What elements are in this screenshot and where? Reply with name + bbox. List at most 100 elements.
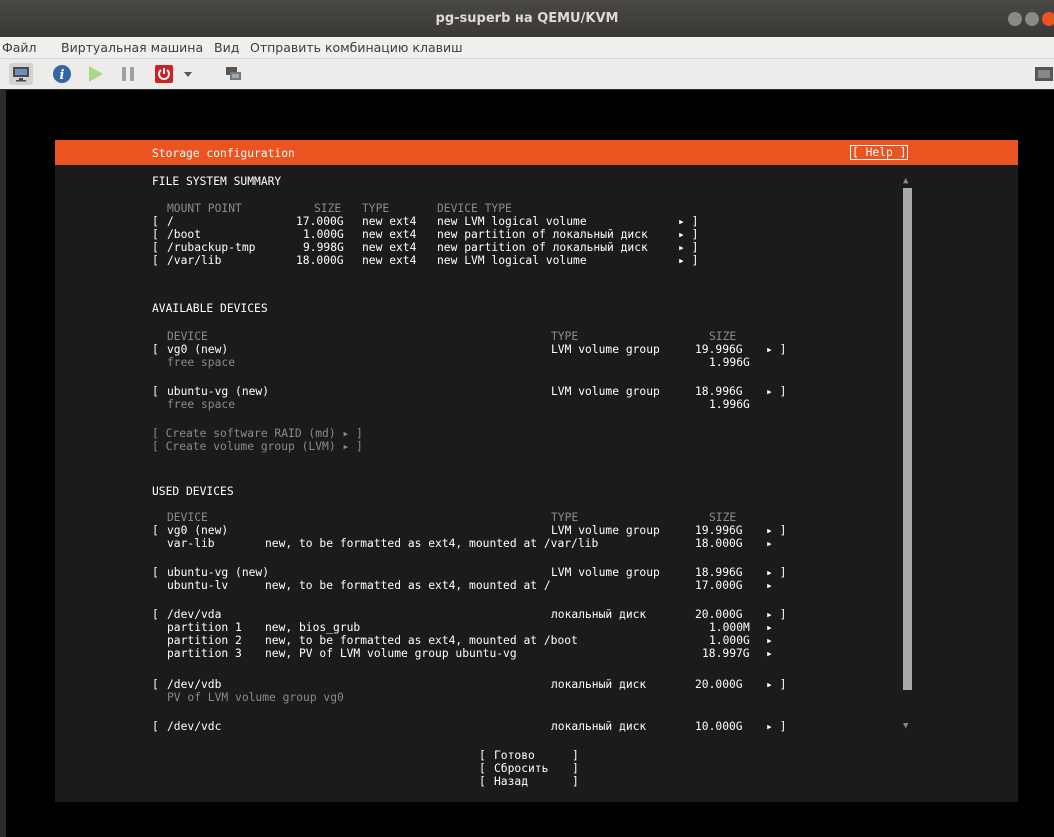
used-devices-heading: USED DEVICES bbox=[152, 485, 234, 498]
partition-desc: new, bios_grub bbox=[265, 621, 361, 634]
device-size: 20.000G bbox=[695, 678, 743, 691]
bracket-open: [ bbox=[152, 385, 159, 398]
pv-note: PV of LVM volume group vg0 bbox=[167, 691, 344, 704]
device-name: ubuntu-vg (new) bbox=[167, 566, 270, 579]
back-label: Назад bbox=[494, 775, 529, 788]
power-icon[interactable] bbox=[153, 63, 175, 85]
menu-view[interactable]: Вид bbox=[214, 40, 239, 55]
toolbar: i bbox=[0, 59, 1054, 89]
device-name: /dev/vdb bbox=[167, 678, 222, 691]
scroll-up-icon[interactable]: ▲ bbox=[903, 175, 908, 188]
device-type: LVM volume group bbox=[551, 566, 660, 579]
row-arrow: ▸ ] bbox=[766, 385, 787, 398]
row-arrow: ▸ ] bbox=[766, 678, 787, 691]
row-arrow: ▸ ] bbox=[766, 608, 787, 621]
partition-name: partition 3 bbox=[167, 647, 242, 660]
bracket-open: [ bbox=[152, 241, 159, 254]
col-type: TYPE bbox=[362, 202, 390, 215]
row-arrow: ▸ ] bbox=[766, 566, 787, 579]
col-type: TYPE bbox=[551, 330, 579, 343]
partition-desc: new, to be formatted as ext4, mounted at… bbox=[265, 634, 578, 647]
bracket-open: [ bbox=[152, 215, 159, 228]
device-type: LVM volume group bbox=[551, 524, 660, 537]
row-arrow: ▸ ] bbox=[766, 524, 787, 537]
fs-device-type: new partition of локальный диск bbox=[437, 241, 648, 254]
help-button[interactable]: [ Help ] bbox=[849, 145, 909, 160]
row-arrow: ▸ bbox=[766, 647, 773, 660]
mount-point: /boot bbox=[167, 228, 202, 241]
bracket-close: ] bbox=[572, 762, 579, 775]
play-icon[interactable] bbox=[84, 63, 106, 85]
bracket-open: [ bbox=[152, 254, 159, 267]
device-type: локальный диск bbox=[551, 608, 647, 621]
fs-device-type: new partition of локальный диск bbox=[437, 228, 648, 241]
partition-size: 18.997G bbox=[702, 647, 750, 660]
free-space-size: 1.996G bbox=[709, 356, 750, 369]
mount-point: / bbox=[167, 215, 174, 228]
fullscreen-icon[interactable] bbox=[1034, 63, 1054, 85]
row-arrow: ▸ ] bbox=[678, 241, 699, 254]
partition-desc: new, PV of LVM volume group ubuntu-vg bbox=[265, 647, 517, 660]
device-size: 19.996G bbox=[695, 524, 743, 537]
device-size: 18.996G bbox=[695, 566, 743, 579]
free-space-label: free space bbox=[167, 356, 236, 369]
device-type: локальный диск bbox=[551, 678, 647, 691]
fs-type: new ext4 bbox=[362, 228, 417, 241]
maximize-icon[interactable] bbox=[1025, 12, 1039, 26]
menu-file[interactable]: Файл bbox=[2, 40, 37, 55]
row-arrow: ▸ bbox=[766, 634, 773, 647]
device-size: 19.996G bbox=[695, 343, 743, 356]
partition-size: 1.000M bbox=[709, 621, 750, 634]
scroll-down-icon[interactable]: ▼ bbox=[903, 720, 908, 733]
row-arrow: ▸ bbox=[766, 621, 773, 634]
device-size: 18.996G bbox=[695, 385, 743, 398]
create-volume-group-button[interactable]: [ Create volume group (LVM) ▸ ] bbox=[152, 440, 363, 453]
col-size: SIZE bbox=[314, 202, 342, 215]
window-title: pg-superb на QEMU/KVM bbox=[435, 11, 619, 26]
menu-bar: Файл Виртуальная машина Вид Отправить ко… bbox=[0, 37, 1054, 59]
row-arrow: ▸ ] bbox=[678, 254, 699, 267]
volume-desc: new, to be formatted as ext4, mounted at… bbox=[265, 537, 599, 550]
row-arrow: ▸ bbox=[766, 579, 773, 592]
pause-icon[interactable] bbox=[117, 63, 139, 85]
free-space-size: 1.996G bbox=[709, 398, 750, 411]
fs-size: 17.000G bbox=[296, 215, 344, 228]
col-size: SIZE bbox=[709, 511, 737, 524]
device-type: LVM volume group bbox=[551, 385, 660, 398]
device-type: локальный диск bbox=[551, 720, 647, 733]
fs-device-type: new LVM logical volume bbox=[437, 215, 587, 228]
dropdown-icon[interactable] bbox=[181, 63, 195, 85]
bracket-open: [ bbox=[152, 608, 159, 621]
col-mount-point: MOUNT POINT bbox=[167, 202, 242, 215]
window-titlebar: pg-superb на QEMU/KVM bbox=[0, 0, 1054, 37]
mount-point: /var/lib bbox=[167, 254, 222, 267]
available-devices-heading: AVAILABLE DEVICES bbox=[152, 302, 268, 315]
menu-vm[interactable]: Виртуальная машина bbox=[61, 40, 203, 55]
screens-icon[interactable] bbox=[222, 63, 244, 85]
reset-label: Сбросить bbox=[494, 762, 549, 775]
fs-summary-heading: FILE SYSTEM SUMMARY bbox=[152, 175, 282, 188]
info-icon[interactable]: i bbox=[51, 63, 73, 85]
monitor-icon[interactable] bbox=[9, 63, 33, 85]
bracket-open: [ bbox=[479, 749, 486, 762]
row-arrow: ▸ bbox=[766, 537, 773, 550]
device-size: 10.000G bbox=[695, 720, 743, 733]
menu-send-keys[interactable]: Отправить комбинацию клавиш bbox=[250, 40, 463, 55]
volume-size: 17.000G bbox=[695, 579, 743, 592]
done-label: Готово bbox=[494, 749, 535, 762]
create-raid-button[interactable]: [ Create software RAID (md) ▸ ] bbox=[152, 427, 363, 440]
volume-size: 18.000G bbox=[695, 537, 743, 550]
col-device: DEVICE bbox=[167, 330, 208, 343]
volume-name: var-lib bbox=[167, 537, 215, 550]
bracket-open: [ bbox=[152, 720, 159, 733]
scrollbar-thumb[interactable] bbox=[903, 188, 912, 690]
volume-name: ubuntu-lv bbox=[167, 579, 229, 592]
col-device: DEVICE bbox=[167, 511, 208, 524]
bracket-open: [ bbox=[479, 775, 486, 788]
page-title: Storage configuration bbox=[152, 147, 295, 160]
row-arrow: ▸ ] bbox=[766, 720, 787, 733]
device-type: LVM volume group bbox=[551, 343, 660, 356]
minimize-icon[interactable] bbox=[1008, 12, 1022, 26]
close-icon[interactable] bbox=[1042, 12, 1054, 26]
device-name: ubuntu-vg (new) bbox=[167, 385, 270, 398]
